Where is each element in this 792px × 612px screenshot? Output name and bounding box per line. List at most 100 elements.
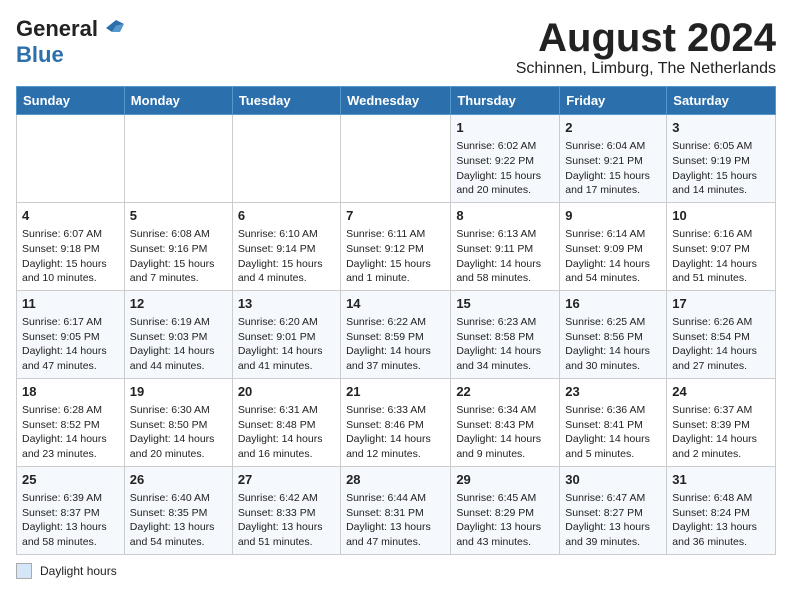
header-wednesday: Wednesday bbox=[341, 87, 451, 115]
table-row: 10 Sunrise: 6:16 AM Sunset: 9:07 PM Dayli… bbox=[667, 202, 776, 290]
day-number: 29 bbox=[456, 471, 554, 489]
day-detail: Sunrise: 6:47 AM Sunset: 8:27 PM Dayligh… bbox=[565, 491, 661, 550]
calendar-week-row: 18Sunrise: 6:28 AM Sunset: 8:52 PM Dayli… bbox=[17, 378, 776, 466]
day-number: 1 bbox=[456, 119, 554, 137]
day-number: 12 bbox=[130, 295, 227, 313]
day-detail: Sunrise: 6:40 AM Sunset: 8:35 PM Dayligh… bbox=[130, 491, 227, 550]
table-row: 3 Sunrise: 6:05 AM Sunset: 9:19 PM Daylig… bbox=[667, 115, 776, 203]
day-number: 9 bbox=[565, 207, 661, 225]
table-row bbox=[17, 115, 125, 203]
table-row: 9 Sunrise: 6:14 AM Sunset: 9:09 PM Daylig… bbox=[560, 202, 667, 290]
day-number: 27 bbox=[238, 471, 335, 489]
table-row: 7Sunrise: 6:11 AM Sunset: 9:12 PM Daylig… bbox=[341, 202, 451, 290]
calendar-week-row: 4 Sunrise: 6:07 AM Sunset: 9:18 PM Daylig… bbox=[17, 202, 776, 290]
day-detail: Sunrise: 6:16 AM Sunset: 9:07 PM Dayligh… bbox=[672, 227, 770, 286]
day-detail: Sunrise: 6:45 AM Sunset: 8:29 PM Dayligh… bbox=[456, 491, 554, 550]
day-detail: Sunrise: 6:14 AM Sunset: 9:09 PM Dayligh… bbox=[565, 227, 661, 286]
table-row: 21 Sunrise: 6:33 AM Sunset: 8:46 PM Dayli… bbox=[341, 378, 451, 466]
table-row: 31 Sunrise: 6:48 AM Sunset: 8:24 PM Dayli… bbox=[667, 466, 776, 554]
table-row: 19 Sunrise: 6:30 AM Sunset: 8:50 PM Dayli… bbox=[124, 378, 232, 466]
day-detail: Sunrise: 6:20 AM Sunset: 9:01 PM Dayligh… bbox=[238, 315, 335, 374]
table-row: 11 Sunrise: 6:17 AM Sunset: 9:05 PM Dayli… bbox=[17, 290, 125, 378]
table-row: 1Sunrise: 6:02 AM Sunset: 9:22 PM Daylig… bbox=[451, 115, 560, 203]
day-detail: Sunrise: 6:36 AM Sunset: 8:41 PM Dayligh… bbox=[565, 403, 661, 462]
table-row bbox=[232, 115, 340, 203]
header-tuesday: Tuesday bbox=[232, 87, 340, 115]
table-row: 2Sunrise: 6:04 AM Sunset: 9:21 PM Daylig… bbox=[560, 115, 667, 203]
logo-blue: Blue bbox=[16, 42, 64, 67]
day-number: 7 bbox=[346, 207, 445, 225]
legend-label: Daylight hours bbox=[40, 564, 117, 578]
table-row: 12Sunrise: 6:19 AM Sunset: 9:03 PM Dayli… bbox=[124, 290, 232, 378]
table-row: 15 Sunrise: 6:23 AM Sunset: 8:58 PM Dayli… bbox=[451, 290, 560, 378]
table-row: 8Sunrise: 6:13 AM Sunset: 9:11 PM Daylig… bbox=[451, 202, 560, 290]
day-number: 8 bbox=[456, 207, 554, 225]
day-number: 30 bbox=[565, 471, 661, 489]
table-row: 6Sunrise: 6:10 AM Sunset: 9:14 PM Daylig… bbox=[232, 202, 340, 290]
day-detail: Sunrise: 6:39 AM Sunset: 8:37 PM Dayligh… bbox=[22, 491, 119, 550]
day-detail: Sunrise: 6:05 AM Sunset: 9:19 PM Dayligh… bbox=[672, 139, 770, 198]
table-row: 22Sunrise: 6:34 AM Sunset: 8:43 PM Dayli… bbox=[451, 378, 560, 466]
day-detail: Sunrise: 6:22 AM Sunset: 8:59 PM Dayligh… bbox=[346, 315, 445, 374]
day-detail: Sunrise: 6:37 AM Sunset: 8:39 PM Dayligh… bbox=[672, 403, 770, 462]
table-row: 29 Sunrise: 6:45 AM Sunset: 8:29 PM Dayli… bbox=[451, 466, 560, 554]
logo: General Blue bbox=[16, 16, 124, 68]
day-number: 10 bbox=[672, 207, 770, 225]
day-number: 15 bbox=[456, 295, 554, 313]
day-number: 18 bbox=[22, 383, 119, 401]
header-friday: Friday bbox=[560, 87, 667, 115]
table-row: 18Sunrise: 6:28 AM Sunset: 8:52 PM Dayli… bbox=[17, 378, 125, 466]
day-number: 5 bbox=[130, 207, 227, 225]
table-row bbox=[124, 115, 232, 203]
table-row: 13 Sunrise: 6:20 AM Sunset: 9:01 PM Dayli… bbox=[232, 290, 340, 378]
day-detail: Sunrise: 6:08 AM Sunset: 9:16 PM Dayligh… bbox=[130, 227, 227, 286]
day-number: 31 bbox=[672, 471, 770, 489]
day-number: 3 bbox=[672, 119, 770, 137]
day-number: 16 bbox=[565, 295, 661, 313]
table-row: 14Sunrise: 6:22 AM Sunset: 8:59 PM Dayli… bbox=[341, 290, 451, 378]
header-thursday: Thursday bbox=[451, 87, 560, 115]
day-number: 28 bbox=[346, 471, 445, 489]
day-detail: Sunrise: 6:23 AM Sunset: 8:58 PM Dayligh… bbox=[456, 315, 554, 374]
table-row: 26Sunrise: 6:40 AM Sunset: 8:35 PM Dayli… bbox=[124, 466, 232, 554]
header-saturday: Saturday bbox=[667, 87, 776, 115]
table-row: 28 Sunrise: 6:44 AM Sunset: 8:31 PM Dayli… bbox=[341, 466, 451, 554]
logo-general: General bbox=[16, 16, 98, 42]
day-detail: Sunrise: 6:17 AM Sunset: 9:05 PM Dayligh… bbox=[22, 315, 119, 374]
header: General Blue August 2024 Schinnen, Limbu… bbox=[16, 16, 776, 78]
day-detail: Sunrise: 6:34 AM Sunset: 8:43 PM Dayligh… bbox=[456, 403, 554, 462]
day-number: 25 bbox=[22, 471, 119, 489]
day-detail: Sunrise: 6:07 AM Sunset: 9:18 PM Dayligh… bbox=[22, 227, 119, 286]
table-row: 17 Sunrise: 6:26 AM Sunset: 8:54 PM Dayli… bbox=[667, 290, 776, 378]
day-number: 4 bbox=[22, 207, 119, 225]
table-row: 27 Sunrise: 6:42 AM Sunset: 8:33 PM Dayli… bbox=[232, 466, 340, 554]
day-detail: Sunrise: 6:42 AM Sunset: 8:33 PM Dayligh… bbox=[238, 491, 335, 550]
table-row: 24 Sunrise: 6:37 AM Sunset: 8:39 PM Dayli… bbox=[667, 378, 776, 466]
day-number: 19 bbox=[130, 383, 227, 401]
day-detail: Sunrise: 6:48 AM Sunset: 8:24 PM Dayligh… bbox=[672, 491, 770, 550]
calendar-table: Sunday Monday Tuesday Wednesday Thursday… bbox=[16, 86, 776, 555]
day-number: 13 bbox=[238, 295, 335, 313]
table-row: 4 Sunrise: 6:07 AM Sunset: 9:18 PM Daylig… bbox=[17, 202, 125, 290]
day-number: 21 bbox=[346, 383, 445, 401]
table-row: 30 Sunrise: 6:47 AM Sunset: 8:27 PM Dayli… bbox=[560, 466, 667, 554]
day-detail: Sunrise: 6:04 AM Sunset: 9:21 PM Dayligh… bbox=[565, 139, 661, 198]
calendar-week-row: 25 Sunrise: 6:39 AM Sunset: 8:37 PM Dayli… bbox=[17, 466, 776, 554]
header-monday: Monday bbox=[124, 87, 232, 115]
day-detail: Sunrise: 6:10 AM Sunset: 9:14 PM Dayligh… bbox=[238, 227, 335, 286]
table-row: 25 Sunrise: 6:39 AM Sunset: 8:37 PM Dayli… bbox=[17, 466, 125, 554]
day-detail: Sunrise: 6:30 AM Sunset: 8:50 PM Dayligh… bbox=[130, 403, 227, 462]
table-row: 23Sunrise: 6:36 AM Sunset: 8:41 PM Dayli… bbox=[560, 378, 667, 466]
title-area: August 2024 Schinnen, Limburg, The Nethe… bbox=[516, 16, 776, 78]
day-detail: Sunrise: 6:31 AM Sunset: 8:48 PM Dayligh… bbox=[238, 403, 335, 462]
table-row bbox=[341, 115, 451, 203]
table-row: 20Sunrise: 6:31 AM Sunset: 8:48 PM Dayli… bbox=[232, 378, 340, 466]
weekday-header-row: Sunday Monday Tuesday Wednesday Thursday… bbox=[17, 87, 776, 115]
day-detail: Sunrise: 6:26 AM Sunset: 8:54 PM Dayligh… bbox=[672, 315, 770, 374]
calendar-week-row: 11 Sunrise: 6:17 AM Sunset: 9:05 PM Dayli… bbox=[17, 290, 776, 378]
day-detail: Sunrise: 6:33 AM Sunset: 8:46 PM Dayligh… bbox=[346, 403, 445, 462]
day-number: 11 bbox=[22, 295, 119, 313]
day-detail: Sunrise: 6:44 AM Sunset: 8:31 PM Dayligh… bbox=[346, 491, 445, 550]
day-number: 24 bbox=[672, 383, 770, 401]
day-number: 17 bbox=[672, 295, 770, 313]
